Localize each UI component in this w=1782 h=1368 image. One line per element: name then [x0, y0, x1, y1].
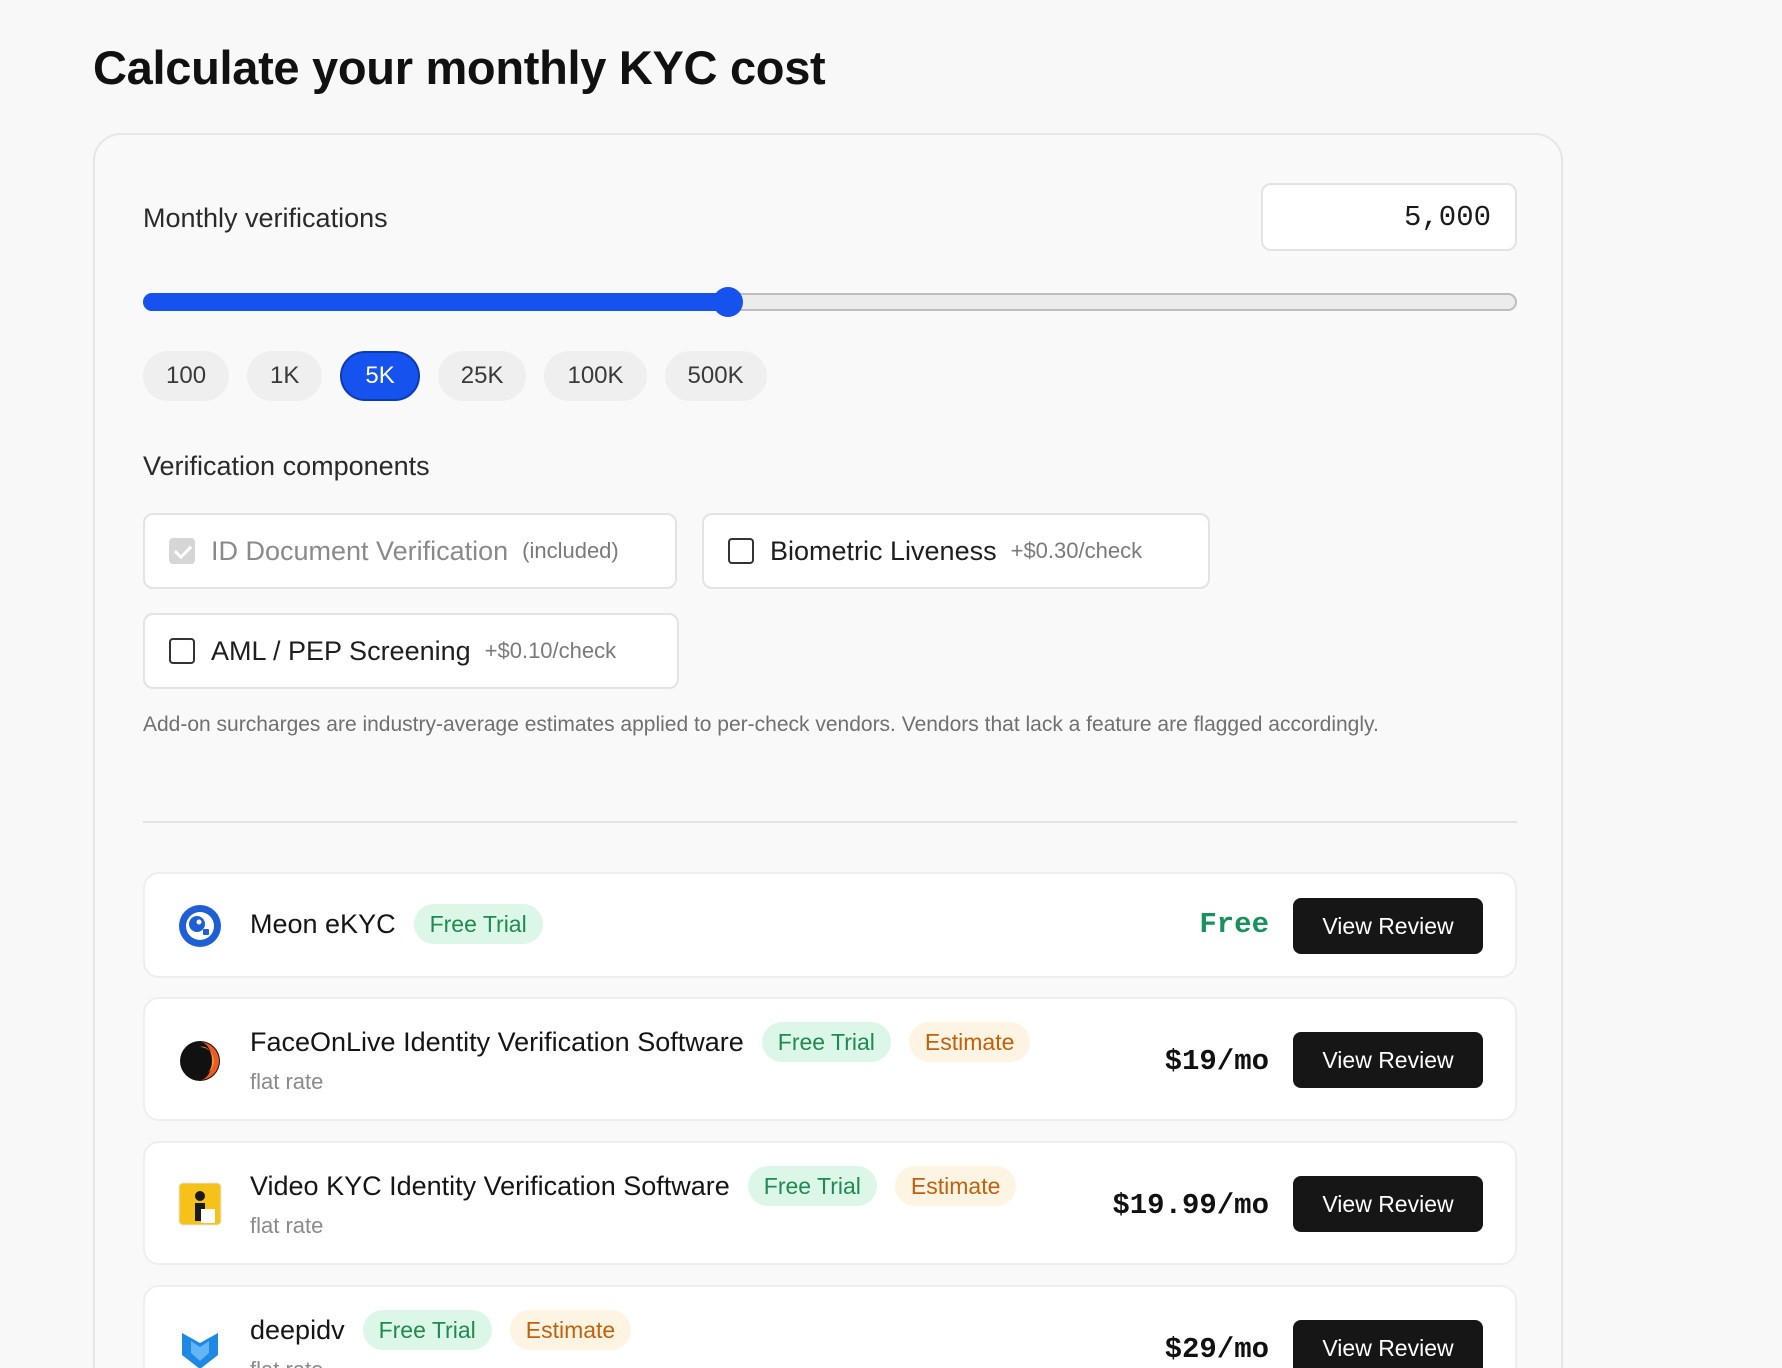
- vendor-name[interactable]: Meon eKYC: [250, 909, 396, 940]
- view-review-button[interactable]: View Review: [1293, 1176, 1483, 1232]
- free-trial-badge: Free Trial: [362, 1310, 492, 1350]
- free-trial-badge: Free Trial: [413, 904, 543, 944]
- verifications-slider-fill: [143, 293, 729, 311]
- deepidv-logo-icon: [182, 1333, 218, 1368]
- preset-25k[interactable]: 25K: [437, 351, 527, 401]
- vendor-name[interactable]: FaceOnLive Identity Verification Softwar…: [250, 1027, 744, 1058]
- verifications-slider-thumb[interactable]: [713, 287, 744, 317]
- vendor-name[interactable]: Video KYC Identity Verification Software: [250, 1171, 730, 1202]
- component-name: Biometric Liveness: [770, 535, 997, 566]
- monthly-verifications-label: Monthly verifications: [143, 203, 388, 233]
- preset-group: 100 1K 5K 25K 100K 500K: [143, 351, 767, 401]
- preset-5k[interactable]: 5K: [340, 351, 420, 401]
- page: Calculate your monthly KYC cost Monthly …: [0, 0, 1782, 1368]
- view-review-button[interactable]: View Review: [1293, 1032, 1483, 1088]
- vendor-title: Meon eKYC Free Trial: [250, 904, 543, 944]
- vendor-title: FaceOnLive Identity Verification Softwar…: [250, 1022, 1031, 1062]
- estimate-badge: Estimate: [509, 1310, 632, 1350]
- vendor-row: Video KYC Identity Verification Software…: [143, 1141, 1517, 1265]
- biometric-liveness-checkbox[interactable]: [728, 538, 754, 564]
- estimate-badge: Estimate: [894, 1166, 1017, 1206]
- vendor-pricing-type: flat rate: [250, 1357, 323, 1368]
- verifications-slider-track[interactable]: [143, 293, 1517, 311]
- preset-1k[interactable]: 1K: [247, 351, 323, 401]
- preset-100k[interactable]: 100K: [544, 351, 647, 401]
- verification-components-label: Verification components: [143, 451, 430, 481]
- vendor-price: $19.99/mo: [1112, 1189, 1269, 1222]
- free-trial-badge: Free Trial: [761, 1022, 891, 1062]
- vendor-row: FaceOnLive Identity Verification Softwar…: [143, 997, 1517, 1121]
- component-name: AML / PEP Screening: [211, 635, 471, 666]
- calculator-card: Monthly verifications 100 1K 5K 25K 100K…: [93, 133, 1563, 1368]
- meon-logo-icon: [179, 905, 221, 947]
- component-name: ID Document Verification: [211, 535, 509, 566]
- aml-pep-checkbox[interactable]: [169, 638, 195, 664]
- free-trial-badge: Free Trial: [747, 1166, 877, 1206]
- view-review-button[interactable]: View Review: [1293, 898, 1483, 954]
- faceonlive-logo-icon: [180, 1041, 220, 1081]
- estimate-badge: Estimate: [908, 1022, 1031, 1062]
- id-document-checkbox[interactable]: [169, 538, 195, 564]
- vendor-title: deepidv Free Trial Estimate: [250, 1310, 632, 1350]
- vendor-title: Video KYC Identity Verification Software…: [250, 1166, 1017, 1206]
- component-price: +$0.30/check: [1010, 538, 1143, 563]
- vendor-price: $29/mo: [1164, 1333, 1269, 1366]
- surcharge-note: Add-on surcharges are industry-average e…: [143, 713, 1379, 736]
- component-id-document[interactable]: ID Document Verification (included): [143, 513, 677, 589]
- section-divider: [143, 821, 1517, 823]
- component-aml-pep[interactable]: AML / PEP Screening +$0.10/check: [143, 613, 679, 689]
- component-biometric-liveness[interactable]: Biometric Liveness +$0.30/check: [702, 513, 1210, 589]
- preset-500k[interactable]: 500K: [664, 351, 767, 401]
- page-title: Calculate your monthly KYC cost: [93, 41, 826, 94]
- view-review-button[interactable]: View Review: [1293, 1320, 1483, 1368]
- vendor-row: deepidv Free Trial Estimate flat rate $2…: [143, 1285, 1517, 1368]
- vendor-row: Meon eKYC Free Trial Free View Review: [143, 872, 1517, 978]
- vendor-pricing-type: flat rate: [250, 1213, 324, 1238]
- component-price: +$0.10/check: [484, 638, 617, 663]
- vendor-price: Free: [1199, 908, 1269, 941]
- videokyc-logo-icon: [178, 1182, 222, 1226]
- monthly-verifications-input[interactable]: [1261, 183, 1517, 251]
- vendor-pricing-type: flat rate: [250, 1069, 324, 1094]
- component-price: (included): [522, 538, 619, 563]
- vendor-name[interactable]: deepidv: [250, 1315, 345, 1346]
- vendor-price: $19/mo: [1164, 1045, 1269, 1078]
- preset-100[interactable]: 100: [143, 351, 230, 401]
